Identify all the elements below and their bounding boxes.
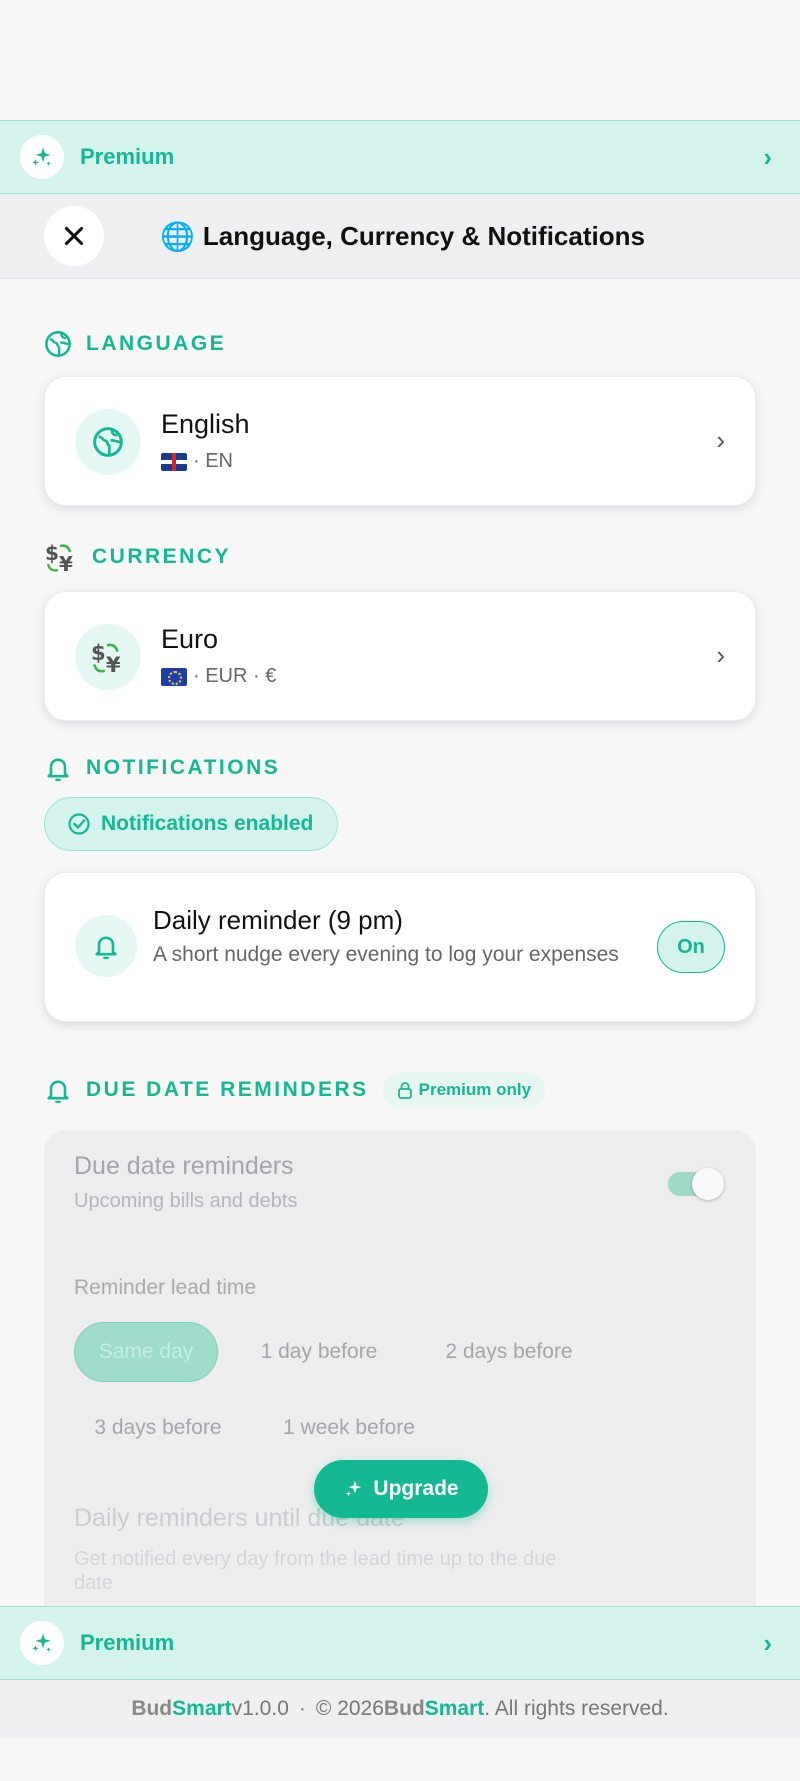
due-date-subtitle: Upcoming bills and debts [74, 1190, 298, 1212]
toggle-knob [692, 1168, 724, 1200]
lead-time-chip-3-days[interactable]: 3 days before [74, 1398, 242, 1458]
lead-time-chip-2-days[interactable]: 2 days before [424, 1322, 594, 1382]
currency-code: · EUR · € [193, 665, 277, 687]
currency-section-label: CURRENCY [92, 545, 232, 568]
language-code: · EN [193, 450, 233, 472]
premium-only-text: Premium only [418, 1080, 532, 1099]
notifications-section-label: NOTIFICATIONS [86, 756, 281, 779]
footer-rights: . All rights reserved. [484, 1697, 669, 1720]
lead-time-chip-same-day[interactable]: Same day [74, 1322, 218, 1382]
footer-separator: · [298, 1697, 306, 1720]
language-code-row: · EN [161, 450, 233, 473]
notifications-section-header: NOTIFICATIONS [44, 754, 280, 782]
due-date-title: Due date reminders [74, 1152, 294, 1180]
page-title: 🌐 Language, Currency & Notifications [160, 194, 645, 279]
daily-reminder-title: Daily reminder (9 pm) [153, 905, 403, 935]
language-name: English [161, 409, 250, 439]
currency-name: Euro [161, 624, 219, 654]
eu-flag-icon [161, 667, 187, 686]
currency-exchange-icon: $ ¥ [75, 624, 141, 690]
bell-icon [75, 915, 137, 977]
upgrade-button[interactable]: Upgrade [314, 1460, 488, 1518]
bell-icon [47, 1080, 69, 1104]
footer: Bud Smart v1.0.0 · © 2026 Bud Smart. All r… [0, 1680, 800, 1738]
language-section-header: LANGUAGE [44, 330, 226, 358]
due-date-section-label: DUE DATE REMINDERS [86, 1078, 369, 1101]
due-date-section-header: DUE DATE REMINDERS Premium only [44, 1072, 546, 1108]
daily-reminder-toggle[interactable]: On [657, 921, 725, 973]
svg-text:¥: ¥ [59, 552, 73, 574]
notifications-status-text: Notifications enabled [101, 812, 314, 835]
svg-text:$: $ [91, 640, 106, 665]
chevron-right-icon: › [716, 640, 725, 670]
premium-label: Premium [80, 1630, 175, 1655]
premium-bar-bottom[interactable]: Premium › [0, 1606, 800, 1680]
page-header: 🌐 Language, Currency & Notifications [0, 194, 800, 279]
daily-until-subtitle-2: date [74, 1572, 113, 1594]
lock-icon [397, 1082, 412, 1099]
currency-section-header: $ ¥ CURRENCY [44, 540, 231, 574]
close-icon [64, 226, 84, 246]
currency-code-row: · EUR · € [161, 665, 276, 688]
lead-time-chip-1-week[interactable]: 1 week before [264, 1398, 434, 1458]
sparkle-icon [20, 135, 64, 179]
language-selector[interactable]: English · EN › [44, 376, 756, 506]
daily-until-subtitle-1: Get notified every day from the lead tim… [74, 1548, 557, 1570]
page-title-text: Language, Currency & Notifications [202, 221, 645, 251]
footer-version: v1.0.0 [231, 1697, 289, 1720]
footer-brand-smart-2: Smart [424, 1697, 485, 1720]
chevron-right-icon: › [763, 141, 772, 172]
chevron-right-icon: › [716, 425, 725, 455]
language-section-label: LANGUAGE [86, 332, 227, 355]
footer-brand-bud: Bud [131, 1697, 173, 1720]
premium-bar-top[interactable]: Premium › [0, 120, 800, 194]
uk-flag-icon [161, 452, 187, 471]
due-date-toggle[interactable] [668, 1168, 724, 1200]
currency-exchange-icon: $ ¥ [45, 541, 73, 574]
footer-brand-smart: Smart [172, 1697, 232, 1720]
svg-text:¥: ¥ [106, 652, 121, 675]
footer-copyright: © 2026 [315, 1697, 384, 1720]
bell-icon [47, 758, 69, 782]
lead-time-label: Reminder lead time [74, 1276, 257, 1299]
premium-only-badge: Premium only [382, 1072, 546, 1108]
notifications-status-badge: Notifications enabled [44, 797, 338, 851]
globe-outline-icon [45, 331, 71, 357]
sparkle-icon [346, 1480, 362, 1497]
daily-reminder-subtitle: A short nudge every evening to log your … [153, 943, 619, 966]
due-date-locked-panel: Due date reminders Upcoming bills and de… [44, 1130, 756, 1610]
chevron-right-icon: › [763, 1627, 772, 1658]
premium-label: Premium [80, 144, 175, 169]
daily-reminder-card: Daily reminder (9 pm) A short nudge ever… [44, 872, 756, 1022]
check-circle-icon [68, 813, 90, 835]
footer-brand-bud-2: Bud [383, 1697, 425, 1720]
lead-time-chip-1-day[interactable]: 1 day before [244, 1322, 394, 1382]
globe-icon [75, 409, 141, 475]
currency-selector[interactable]: $ ¥ Euro · EUR · € › [44, 591, 756, 721]
close-button[interactable] [44, 206, 104, 266]
globe-icon: 🌐 [160, 221, 195, 252]
upgrade-label: Upgrade [373, 1477, 459, 1500]
svg-text:$: $ [45, 541, 59, 565]
sparkle-icon [20, 1621, 64, 1665]
